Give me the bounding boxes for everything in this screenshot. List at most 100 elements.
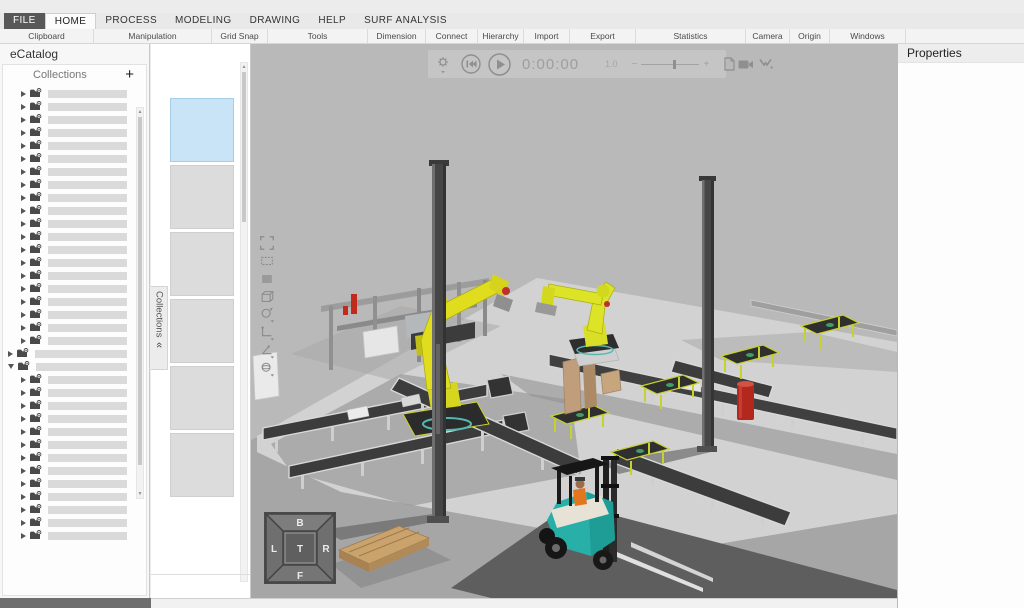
ribbon-group-hierarchy[interactable]: Hierarchy <box>478 29 524 43</box>
ribbon-group-export[interactable]: Export <box>570 29 636 43</box>
ribbon-tab-home[interactable]: HOME <box>45 13 97 29</box>
ribbon-group-tools[interactable]: Tools <box>268 29 368 43</box>
component-thumbnail-3[interactable] <box>170 232 234 296</box>
expand-arrow-icon[interactable] <box>21 442 26 448</box>
expand-arrow-icon[interactable] <box>21 247 26 253</box>
expand-arrow-icon[interactable] <box>21 143 26 149</box>
ribbon-group-camera[interactable]: Camera <box>746 29 790 43</box>
move-axis-button[interactable] <box>258 324 276 342</box>
simulation-settings-button[interactable] <box>428 54 458 74</box>
expand-arrow-icon[interactable] <box>21 520 26 526</box>
collection-tree-item[interactable] <box>3 425 137 438</box>
collection-tree-item[interactable] <box>3 113 137 126</box>
expand-arrow-icon[interactable] <box>8 364 14 369</box>
collection-tree-item[interactable] <box>3 412 137 425</box>
expand-arrow-icon[interactable] <box>21 286 26 292</box>
add-collection-button[interactable]: + <box>125 66 134 83</box>
vr-mode-button[interactable] <box>755 58 775 71</box>
ribbon-group-origin[interactable]: Origin <box>790 29 830 43</box>
ribbon-group-grid-snap[interactable]: Grid Snap <box>212 29 268 43</box>
collection-tree-item[interactable] <box>3 204 137 217</box>
ribbon-group-connect[interactable]: Connect <box>426 29 478 43</box>
expand-arrow-icon[interactable] <box>21 195 26 201</box>
component-thumbnail-4[interactable] <box>170 299 234 363</box>
scroll-up-icon[interactable]: ▲ <box>137 108 143 116</box>
ribbon-tab-process[interactable]: PROCESS <box>96 13 166 29</box>
wireframe-cube-button[interactable] <box>258 288 276 306</box>
component-thumbnail-6[interactable] <box>170 433 234 497</box>
expand-arrow-icon[interactable] <box>21 494 26 500</box>
expand-arrow-icon[interactable] <box>21 403 26 409</box>
red-cabinet[interactable] <box>737 381 754 420</box>
thumbnail-scrollbar[interactable]: ▲ <box>240 62 248 582</box>
rotate-axis-button[interactable] <box>258 342 276 360</box>
collection-tree-item[interactable] <box>3 516 137 529</box>
expand-arrow-icon[interactable] <box>21 117 26 123</box>
collection-tree-item[interactable] <box>3 321 137 334</box>
expand-arrow-icon[interactable] <box>21 507 26 513</box>
scrollbar-thumb[interactable] <box>242 72 246 222</box>
speed-increase-button[interactable]: + <box>699 59 713 70</box>
collection-tree-item[interactable] <box>3 178 137 191</box>
collection-tree-item[interactable] <box>3 256 137 269</box>
expand-arrow-icon[interactable] <box>21 468 26 474</box>
collection-tree-item[interactable] <box>3 464 137 477</box>
ribbon-tab-drawing[interactable]: DRAWING <box>241 13 310 29</box>
collection-tree-item[interactable] <box>3 100 137 113</box>
record-video-button[interactable] <box>737 59 755 70</box>
collection-tree-item[interactable] <box>3 386 137 399</box>
ribbon-tab-file[interactable]: FILE <box>4 13 45 29</box>
scroll-up-icon[interactable]: ▲ <box>241 63 247 71</box>
expand-arrow-icon[interactable] <box>21 260 26 266</box>
selection-rectangle-button[interactable] <box>258 252 276 270</box>
collection-tree-item[interactable] <box>3 191 137 204</box>
scroll-down-icon[interactable]: ▼ <box>137 490 143 498</box>
speed-slider-track[interactable] <box>641 64 699 65</box>
collection-tree-item[interactable] <box>3 295 137 308</box>
expand-arrow-icon[interactable] <box>21 234 26 240</box>
expand-arrow-icon[interactable] <box>21 312 26 318</box>
component-thumbnail-1[interactable] <box>170 98 234 162</box>
expand-arrow-icon[interactable] <box>21 416 26 422</box>
ribbon-group-clipboard[interactable]: Clipboard <box>0 29 94 43</box>
collection-tree-item[interactable] <box>3 282 137 295</box>
collection-tree-item[interactable] <box>3 87 137 100</box>
ribbon-tab-surf-analysis[interactable]: SURF ANALYSIS <box>355 13 456 29</box>
export-pdf-button[interactable] <box>721 57 737 71</box>
expand-arrow-icon[interactable] <box>21 169 26 175</box>
expand-arrow-icon[interactable] <box>21 455 26 461</box>
reset-simulation-button[interactable] <box>458 53 484 75</box>
collections-vertical-tab[interactable]: Collections « <box>151 286 168 370</box>
component-thumbnail-2[interactable] <box>170 165 234 229</box>
collection-tree-item[interactable] <box>3 269 137 282</box>
collection-tree-item[interactable] <box>3 399 137 412</box>
orbit-view-button[interactable] <box>258 306 276 324</box>
ribbon-group-dimension[interactable]: Dimension <box>368 29 426 43</box>
expand-arrow-icon[interactable] <box>21 390 26 396</box>
collection-tree-item[interactable] <box>3 217 137 230</box>
collection-tree-item[interactable] <box>3 165 137 178</box>
speed-decrease-button[interactable]: − <box>628 59 642 70</box>
collection-tree-item[interactable] <box>3 152 137 165</box>
expand-arrow-icon[interactable] <box>21 273 26 279</box>
collection-tree-item[interactable] <box>3 503 137 516</box>
ribbon-group-import[interactable]: Import <box>524 29 570 43</box>
collection-tree-item[interactable] <box>3 126 137 139</box>
ribbon-tab-help[interactable]: HELP <box>309 13 355 29</box>
render-sphere-button[interactable] <box>258 360 276 378</box>
expand-arrow-icon[interactable] <box>21 156 26 162</box>
view-cube[interactable]: B L T R F <box>264 512 336 584</box>
expand-arrow-icon[interactable] <box>21 481 26 487</box>
collection-tree-item[interactable] <box>3 139 137 152</box>
expand-arrow-icon[interactable] <box>21 104 26 110</box>
speed-slider-handle[interactable] <box>673 60 676 69</box>
expand-arrow-icon[interactable] <box>21 91 26 97</box>
3d-viewport[interactable]: 0:00:00 1.0 − + <box>251 44 897 598</box>
expand-arrow-icon[interactable] <box>21 377 26 383</box>
expand-arrow-icon[interactable] <box>21 325 26 331</box>
collection-tree-item[interactable] <box>3 308 137 321</box>
expand-arrow-icon[interactable] <box>21 208 26 214</box>
catalog-scrollbar[interactable]: ▲ ▼ <box>136 107 144 499</box>
collection-tree-item[interactable] <box>3 230 137 243</box>
expand-arrow-icon[interactable] <box>21 221 26 227</box>
